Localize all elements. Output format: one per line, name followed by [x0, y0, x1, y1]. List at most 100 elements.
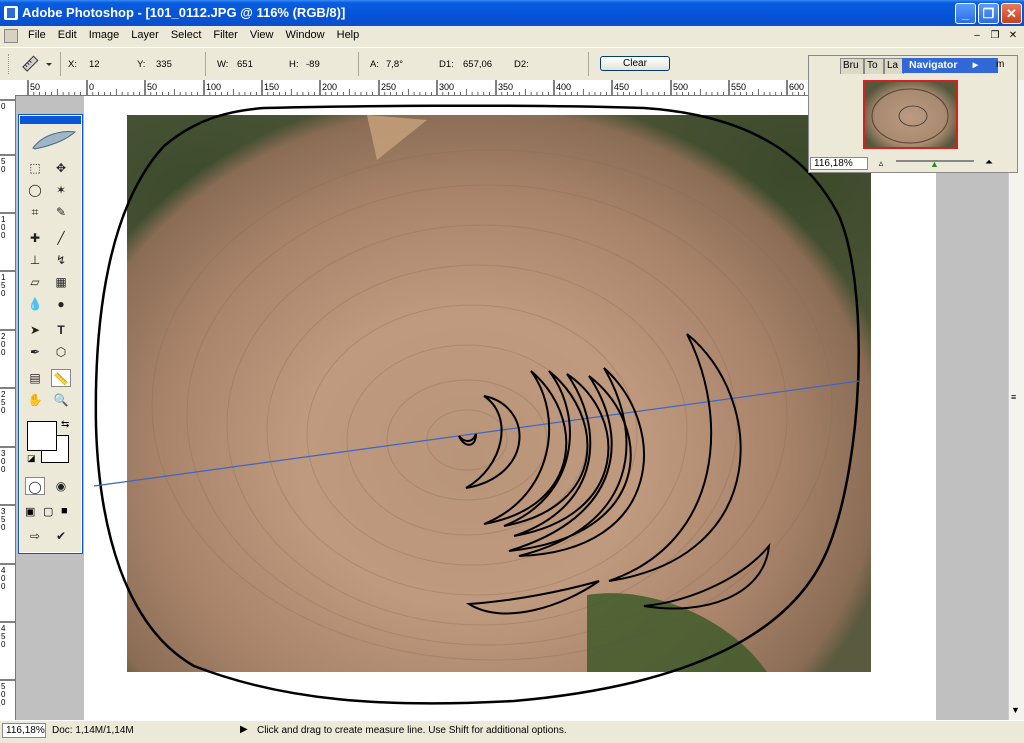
- palette-menu-arrow-icon[interactable]: ▸: [973, 58, 978, 73]
- d2-label: D2:: [514, 59, 529, 70]
- menu-edit[interactable]: Edit: [52, 27, 83, 43]
- crescent-mark-8: [465, 580, 600, 615]
- dodge-tool-icon[interactable]: ●: [51, 295, 71, 313]
- brush-tool-icon[interactable]: ╱: [51, 229, 71, 247]
- path-selection-tool-icon[interactable]: ➤: [25, 321, 45, 339]
- zoom-in-icon[interactable]: ⏶: [980, 157, 998, 169]
- menu-layer[interactable]: Layer: [125, 27, 165, 43]
- tool-preset-picker[interactable]: [20, 54, 56, 74]
- tab-brushes[interactable]: Bru: [840, 58, 864, 74]
- menu-filter[interactable]: Filter: [207, 27, 243, 43]
- doc-size-info[interactable]: Doc: 1,14M/1,14M: [52, 725, 134, 736]
- ruler-tick-label: 0: [1, 698, 6, 707]
- lasso-tool-icon[interactable]: ◯: [25, 181, 45, 199]
- separator: [60, 52, 61, 76]
- crescent-mark-4: [513, 373, 610, 537]
- measure-line: [93, 380, 860, 487]
- menu-bar: File Edit Image Layer Select Filter View Window…: [0, 26, 1024, 46]
- quick-mask-mode-icon[interactable]: ◉: [51, 477, 71, 495]
- ruler-tick-label: 400: [556, 82, 571, 92]
- slice-tool-icon[interactable]: ✎: [51, 203, 71, 221]
- navigator-zoom-field[interactable]: 116,18%: [810, 157, 868, 170]
- separator: [205, 52, 206, 76]
- standard-mode-icon[interactable]: ◯: [25, 477, 45, 495]
- options-grip[interactable]: [8, 54, 13, 74]
- edit-in-imageready-icon[interactable]: ✔: [51, 527, 71, 545]
- ruler-tick-label: 0: [1, 523, 6, 532]
- jump-to-imageready-icon[interactable]: ⇨: [25, 527, 45, 545]
- minimize-icon: _: [961, 6, 970, 21]
- h-value: -89: [306, 59, 320, 70]
- a-value: 7,8°: [386, 59, 404, 70]
- minimize-button[interactable]: _: [955, 3, 976, 24]
- status-zoom-field[interactable]: 116,18%: [2, 723, 46, 738]
- zoom-slider-thumb[interactable]: ▲: [930, 159, 939, 169]
- notes-tool-icon[interactable]: ▤: [25, 369, 45, 387]
- swap-colors-icon[interactable]: ⇆: [61, 419, 69, 430]
- doc-restore-icon[interactable]: ❐: [988, 29, 1002, 43]
- foreground-color-swatch-front[interactable]: [27, 421, 57, 451]
- annotation-layer: [93, 104, 860, 705]
- screen-mode-full-icon[interactable]: ■: [61, 505, 68, 517]
- shape-tool-icon[interactable]: ⬡: [51, 343, 71, 361]
- tab-tool-presets[interactable]: To: [864, 58, 884, 74]
- close-button[interactable]: ✕: [1001, 3, 1022, 24]
- menu-view[interactable]: View: [244, 27, 280, 43]
- menu-file[interactable]: File: [22, 27, 52, 43]
- menu-select[interactable]: Select: [165, 27, 208, 43]
- menu-image[interactable]: Image: [83, 27, 126, 43]
- ruler-tick-label: 600: [789, 82, 804, 92]
- crescent-mark-9: [643, 542, 771, 610]
- photoshop-feather-icon[interactable]: [23, 126, 78, 152]
- screen-mode-standard-icon[interactable]: ▣: [25, 505, 35, 518]
- clear-button[interactable]: Clear: [600, 56, 670, 71]
- status-hint: Click and drag to create measure line. U…: [257, 725, 567, 736]
- document-menu-icon[interactable]: [4, 29, 18, 43]
- magic-wand-tool-icon[interactable]: ✶: [51, 181, 71, 199]
- title-bar: Adobe Photoshop - [101_0112.JPG @ 116% (…: [0, 0, 1024, 26]
- tab-layers[interactable]: La: [884, 58, 904, 74]
- stamp-tool-icon[interactable]: ⊥: [25, 251, 45, 269]
- ruler-tick-label: 0: [1, 231, 6, 240]
- measure-tool-icon[interactable]: 📏: [51, 369, 71, 387]
- ruler-tick-label: 250: [381, 82, 396, 92]
- w-value: 651: [237, 59, 253, 70]
- hand-tool-icon[interactable]: ✋: [25, 391, 45, 409]
- navigator-tab-label: Navigator: [909, 59, 958, 71]
- blur-tool-icon[interactable]: 💧: [25, 295, 45, 313]
- gradient-tool-icon[interactable]: ▦: [51, 273, 71, 291]
- zoom-tool-icon[interactable]: 🔍: [51, 391, 71, 409]
- palette-options-icon[interactable]: m: [996, 58, 1014, 73]
- photoshop-app-icon[interactable]: [4, 6, 18, 20]
- window-title: Adobe Photoshop - [101_0112.JPG @ 116% (…: [22, 5, 346, 20]
- marquee-tool-icon[interactable]: ⬚: [25, 159, 45, 177]
- menu-help[interactable]: Help: [331, 27, 366, 43]
- screen-mode-full-menu-icon[interactable]: ▢: [43, 505, 53, 518]
- pen-tool-icon[interactable]: ✒: [25, 343, 45, 361]
- healing-brush-tool-icon[interactable]: ✚: [25, 229, 45, 247]
- history-brush-tool-icon[interactable]: ↯: [51, 251, 71, 269]
- eraser-tool-icon[interactable]: ▱: [25, 273, 45, 291]
- ruler-tick-label: 0: [1, 640, 6, 649]
- navigator-thumbnail[interactable]: [863, 80, 958, 149]
- d1-label: D1:: [439, 59, 454, 70]
- default-colors-icon[interactable]: ◪: [27, 453, 36, 464]
- ruler-tick-label: 0: [1, 465, 6, 474]
- restore-button[interactable]: ❐: [978, 3, 999, 24]
- menu-window[interactable]: Window: [280, 27, 331, 43]
- scroll-grip-icon[interactable]: ≡: [1011, 392, 1016, 402]
- move-tool-icon[interactable]: ✥: [51, 159, 71, 177]
- tab-navigator[interactable]: Navigator ▸: [902, 58, 998, 73]
- doc-close-icon[interactable]: ✕: [1006, 29, 1020, 43]
- vertical-ruler: 050100150200250300350400450500: [0, 95, 16, 720]
- scroll-down-icon[interactable]: ▼: [1011, 705, 1020, 715]
- toolbox-title-bar[interactable]: [20, 116, 81, 124]
- doc-minimize-icon[interactable]: –: [970, 29, 984, 43]
- restore-icon: ❐: [982, 6, 995, 21]
- crop-tool-icon[interactable]: ⌗: [25, 203, 45, 221]
- vertical-scrollbar[interactable]: ▲ ≡ ▼: [1008, 80, 1024, 720]
- zoom-out-icon[interactable]: ▵: [874, 158, 888, 170]
- type-tool-icon[interactable]: T: [51, 321, 71, 339]
- status-menu-arrow-icon[interactable]: ▶: [240, 724, 248, 735]
- toolbox: ⬚ ✥ ◯ ✶ ⌗ ✎ ✚ ╱ ⊥ ↯ ▱ ▦ 💧 ● ➤ T ✒ ⬡ ▤ 📏 …: [18, 114, 83, 554]
